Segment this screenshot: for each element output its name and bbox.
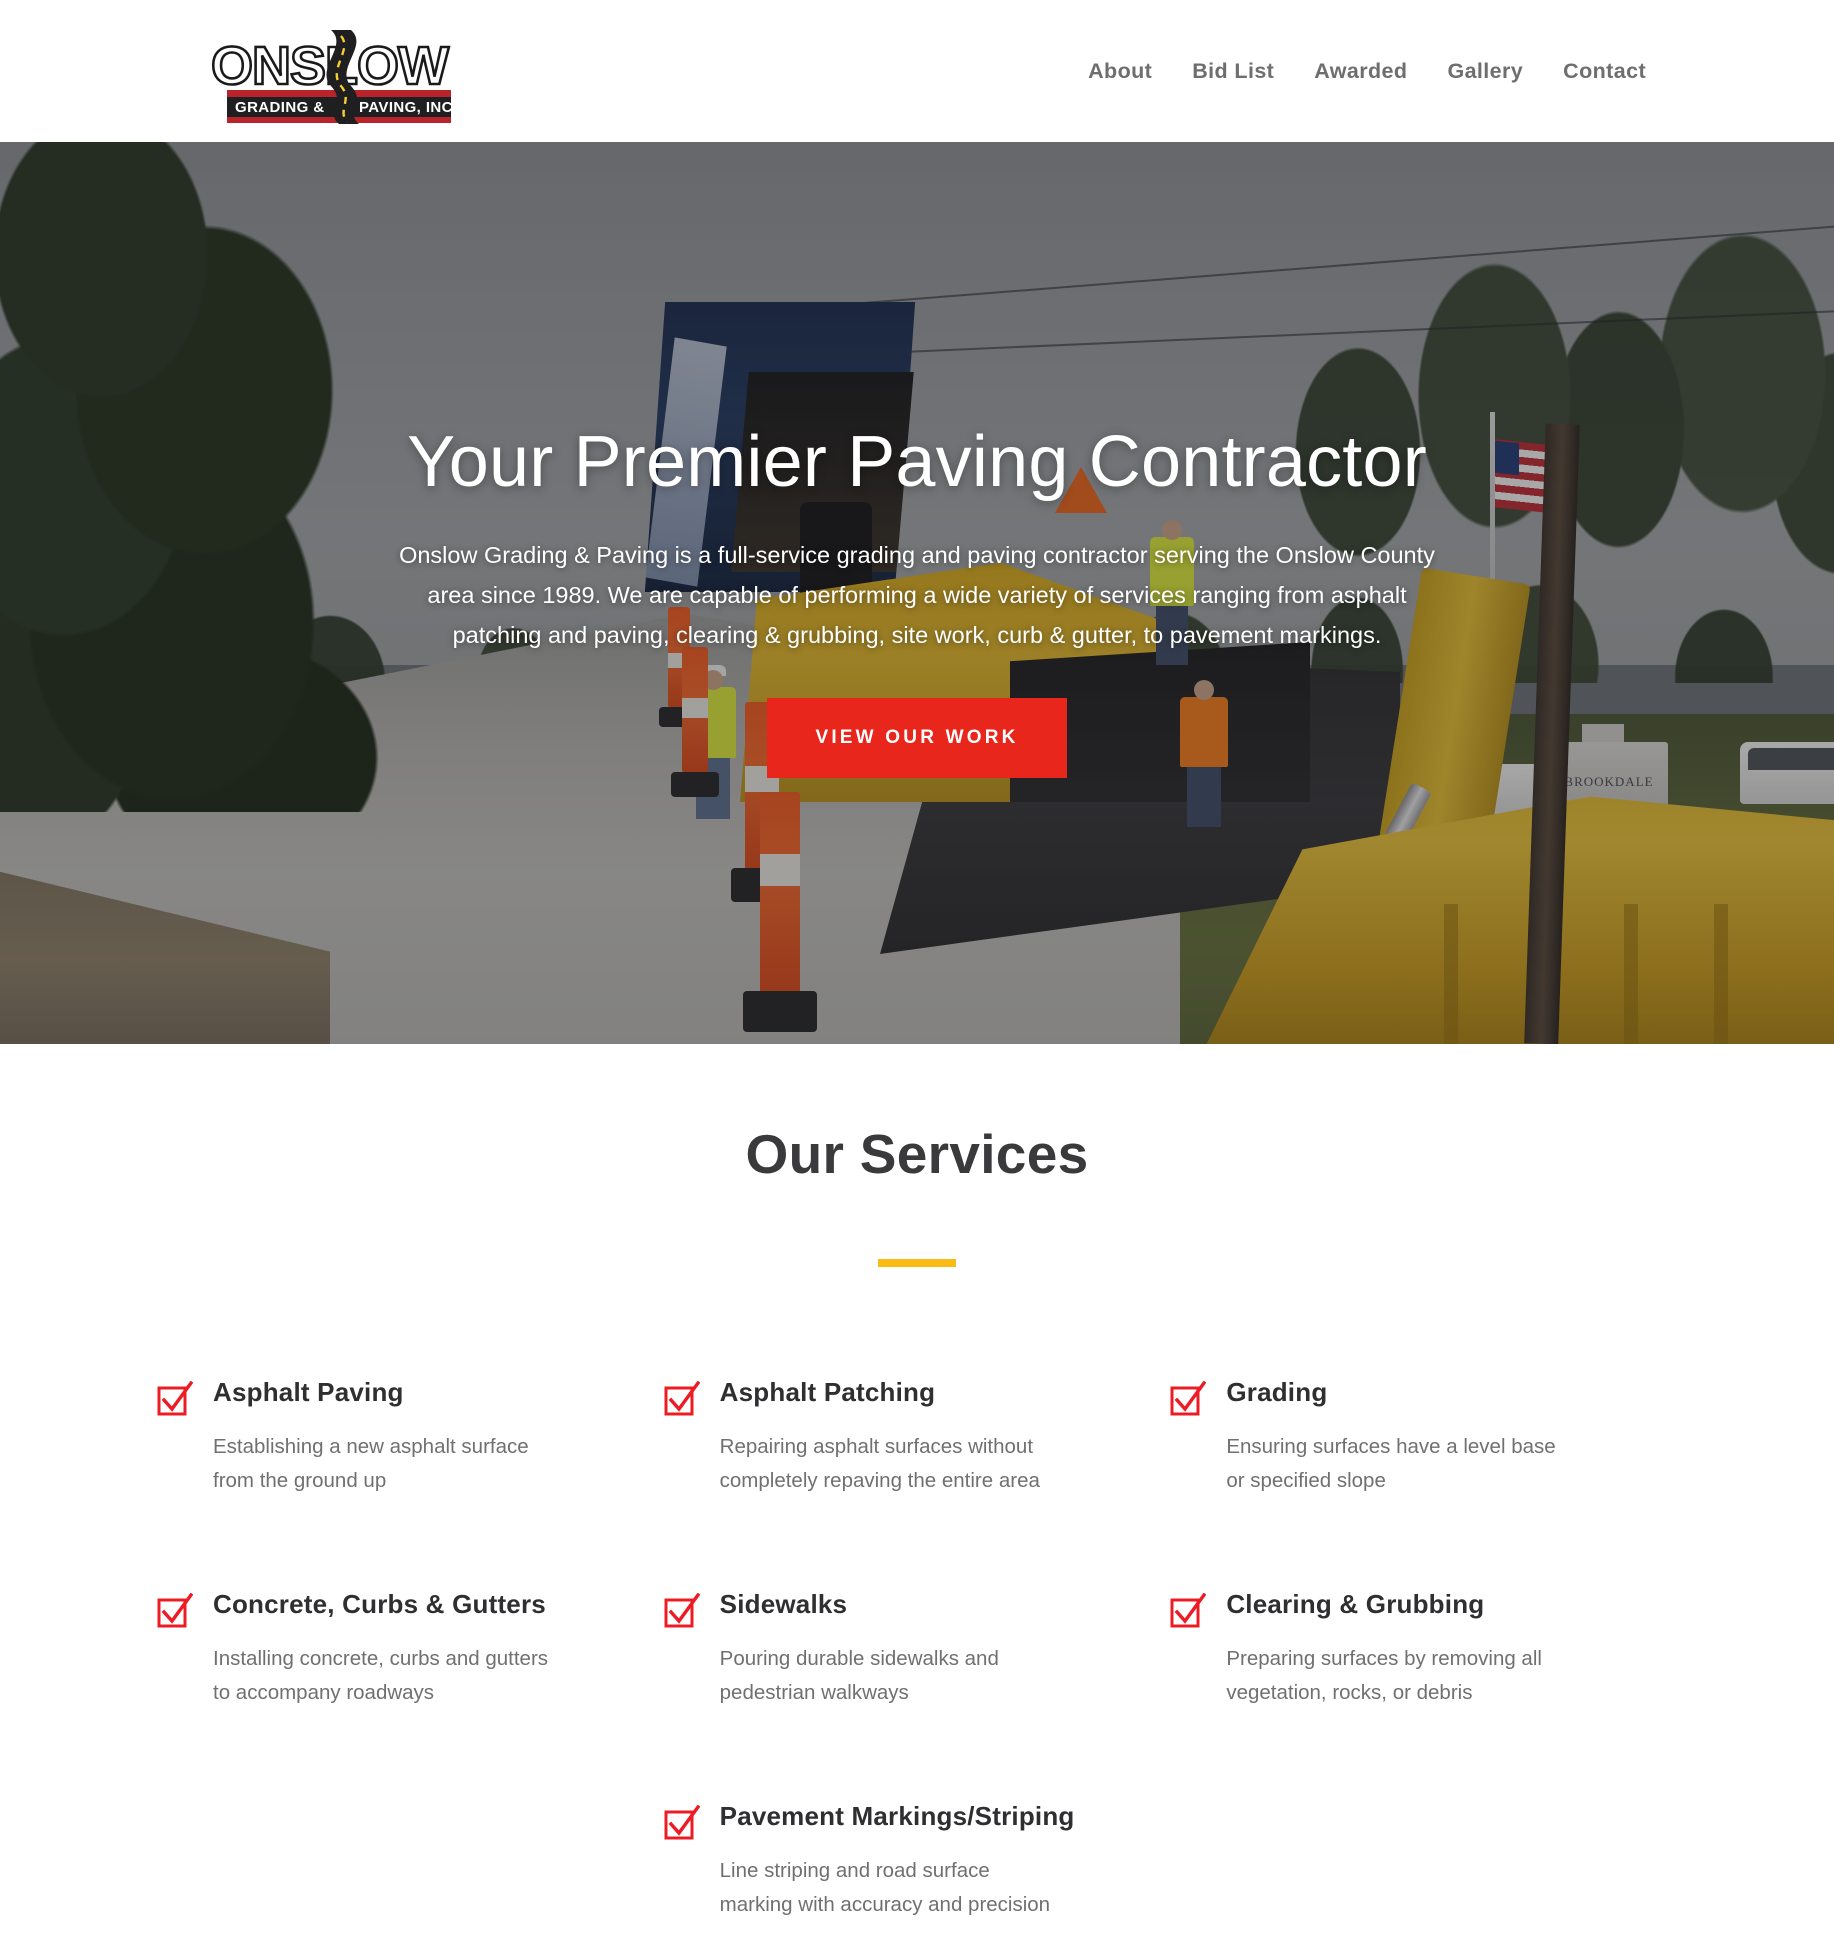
service-description: Ensuring surfaces have a level base or s… [1226,1435,1556,1493]
service-item[interactable]: Asphalt Paving Establishing a new asphal… [157,1377,664,1547]
site-header: ONSLOW GRADING & PAVING, INC. About Bid … [0,0,1834,142]
heading-divider [878,1259,956,1267]
service-name: Pavement Markings/Striping [719,1801,1075,1831]
checkbox-check-icon [664,1593,700,1628]
checkbox-check-icon [664,1805,700,1840]
svg-text:PAVING, INC.: PAVING, INC. [359,99,457,116]
checkbox-check-icon [1170,1381,1207,1416]
service-description: Preparing surfaces by removing all veget… [1226,1647,1542,1705]
service-name: Grading [1226,1377,1328,1407]
checkbox-check-icon [664,1381,700,1416]
nav-item-about[interactable]: About [1088,59,1152,84]
service-body: Concrete, Curbs & Gutters Installing con… [213,1589,624,1710]
service-item[interactable]: Asphalt Patching Repairing asphalt surfa… [664,1377,1171,1547]
nav-item-gallery[interactable]: Gallery [1447,59,1523,84]
service-item[interactable]: Clearing & Grubbing Preparing surfaces b… [1170,1589,1677,1759]
service-body: Pavement Markings/Striping Line striping… [720,1801,1131,1922]
hero-title: Your Premier Paving Contractor [407,422,1427,502]
service-body: Asphalt Patching Repairing asphalt surfa… [720,1377,1131,1498]
hero-content: Your Premier Paving Contractor Onslow Gr… [0,142,1834,1044]
hero-subtitle: Onslow Grading & Paving is a full-servic… [399,541,1435,649]
service-name: Concrete, Curbs & Gutters [213,1589,546,1619]
onslow-logo-icon: ONSLOW GRADING & PAVING, INC. [210,30,457,124]
service-body: Grading Ensuring surfaces have a level b… [1226,1377,1637,1498]
service-item[interactable]: Grading Ensuring surfaces have a level b… [1170,1377,1677,1547]
service-description: Repairing asphalt surfaces without compl… [719,1435,1040,1493]
checkbox-check-icon [157,1593,193,1628]
view-our-work-button[interactable]: VIEW OUR WORK [767,697,1067,778]
service-description: Establishing a new asphalt surface from … [213,1435,529,1493]
service-item[interactable]: Pavement Markings/Striping Line striping… [664,1801,1171,1940]
service-item[interactable]: Sidewalks Pouring durable sidewalks and … [664,1589,1171,1759]
service-name: Clearing & Grubbing [1226,1589,1485,1619]
service-description: Line striping and road surface marking w… [719,1859,1051,1917]
site-logo[interactable]: ONSLOW GRADING & PAVING, INC. [207,28,459,124]
service-body: Asphalt Paving Establishing a new asphal… [213,1377,624,1498]
services-heading: Our Services [745,1123,1089,1185]
checkbox-check-icon [157,1381,193,1416]
services-grid: Asphalt Paving Establishing a new asphal… [157,1377,1677,1940]
service-item[interactable]: Concrete, Curbs & Gutters Installing con… [157,1589,664,1759]
hero-section: BROOKDALE Your Premier Paving Contractor… [0,142,1834,1044]
nav-item-bid-list[interactable]: Bid List [1192,59,1274,84]
checkbox-check-icon [1170,1593,1207,1628]
service-description: Pouring durable sidewalks and pedestrian… [719,1647,999,1705]
service-name: Asphalt Patching [719,1377,936,1407]
service-name: Sidewalks [719,1589,848,1619]
service-description: Installing concrete, curbs and gutters t… [213,1647,549,1705]
nav-item-contact[interactable]: Contact [1563,59,1646,84]
service-body: Clearing & Grubbing Preparing surfaces b… [1226,1589,1637,1710]
services-section: Our Services Asphalt Paving Establishing… [0,1044,1834,1940]
nav-item-awarded[interactable]: Awarded [1314,59,1407,84]
main-navigation: About Bid List Awarded Gallery Contact [1088,0,1646,142]
service-body: Sidewalks Pouring durable sidewalks and … [720,1589,1131,1710]
service-name: Asphalt Paving [213,1377,404,1407]
svg-text:GRADING &: GRADING & [235,99,324,116]
